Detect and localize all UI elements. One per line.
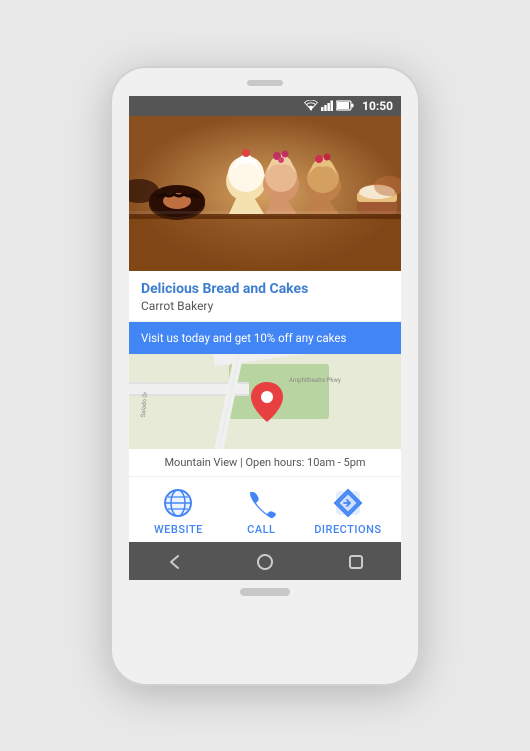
status-icons [304,100,354,111]
home-button[interactable] [247,544,283,580]
business-info: Delicious Bread and Cakes Carrot Bakery [129,271,401,322]
status-time: 10:50 [362,99,393,113]
business-subtitle: Carrot Bakery [141,299,389,313]
recent-button[interactable] [338,544,374,580]
info-row: Mountain View | Open hours: 10am - 5pm [129,449,401,477]
hero-image [129,116,401,271]
call-button[interactable]: CALL [231,487,291,536]
phone-home-button[interactable] [240,588,290,596]
business-name: Delicious Bread and Cakes [141,281,389,297]
back-icon [165,553,183,571]
status-bar: 10:50 [129,96,401,116]
map-area[interactable]: Salado Dr Amphitheatre Pkwy [129,354,401,449]
svg-text:Amphitheatre Pkwy: Amphitheatre Pkwy [289,377,341,384]
bakery-illustration [129,116,401,271]
home-icon [256,553,274,571]
wifi-icon [304,100,318,111]
phone-device: 10:50 [110,66,420,686]
website-label: WEBSITE [154,523,203,536]
directions-label: DIRECTIONS [314,523,381,536]
promo-banner[interactable]: Visit us today and get 10% off any cakes [129,322,401,354]
signal-icon [321,100,333,111]
directions-button[interactable]: DIRECTIONS [314,487,381,536]
directions-icon [332,487,364,519]
bottom-nav [129,542,401,580]
back-button[interactable] [156,544,192,580]
call-label: CALL [247,523,275,536]
action-buttons: WEBSITE CALL [129,477,401,542]
website-button[interactable]: WEBSITE [148,487,208,536]
recent-icon [347,553,365,571]
battery-icon [336,100,354,111]
phone-icon [245,487,277,519]
phone-speaker [247,80,283,86]
globe-icon [162,487,194,519]
content-area: Delicious Bread and Cakes Carrot Bakery … [129,271,401,542]
map-svg: Salado Dr Amphitheatre Pkwy [129,354,401,449]
phone-screen: 10:50 [129,96,401,580]
